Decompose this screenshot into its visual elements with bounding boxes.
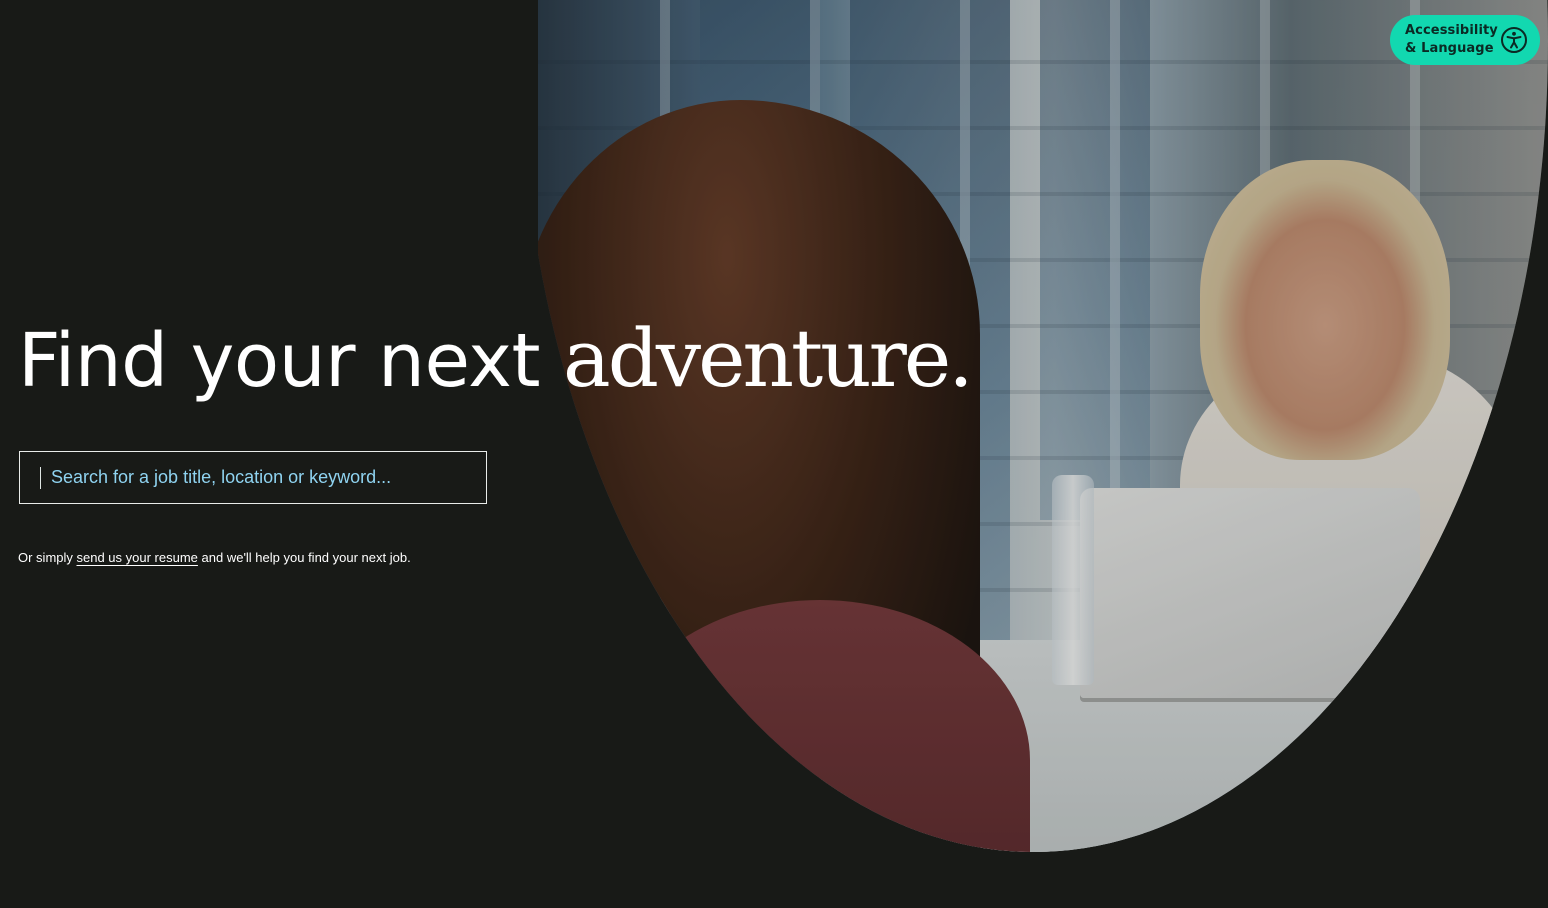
headline-serif-part: adventure. — [563, 312, 974, 405]
resume-prefix: Or simply — [18, 550, 77, 565]
resume-prompt: Or simply send us your resume and we'll … — [18, 550, 411, 565]
photo-overlay — [538, 0, 1548, 852]
accessibility-label: Accessibility & Language — [1405, 22, 1498, 58]
text-cursor — [40, 466, 41, 489]
resume-suffix: and we'll help you find your next job. — [197, 550, 411, 565]
job-search-box[interactable] — [19, 451, 487, 504]
send-resume-link[interactable]: send us your resume — [77, 550, 198, 565]
accessibility-label-line1: Accessibility — [1405, 23, 1498, 38]
page: Accessibility & Language Find your next … — [0, 0, 1548, 908]
hero-image — [538, 0, 1548, 852]
accessibility-language-button[interactable]: Accessibility & Language — [1390, 15, 1540, 65]
hero-headline: Find your next adventure. — [18, 312, 974, 405]
job-search-input[interactable] — [51, 467, 471, 488]
accessibility-person-icon — [1501, 27, 1527, 53]
accessibility-label-line2: & Language — [1405, 41, 1494, 56]
headline-sans-part: Find your next — [18, 318, 564, 404]
